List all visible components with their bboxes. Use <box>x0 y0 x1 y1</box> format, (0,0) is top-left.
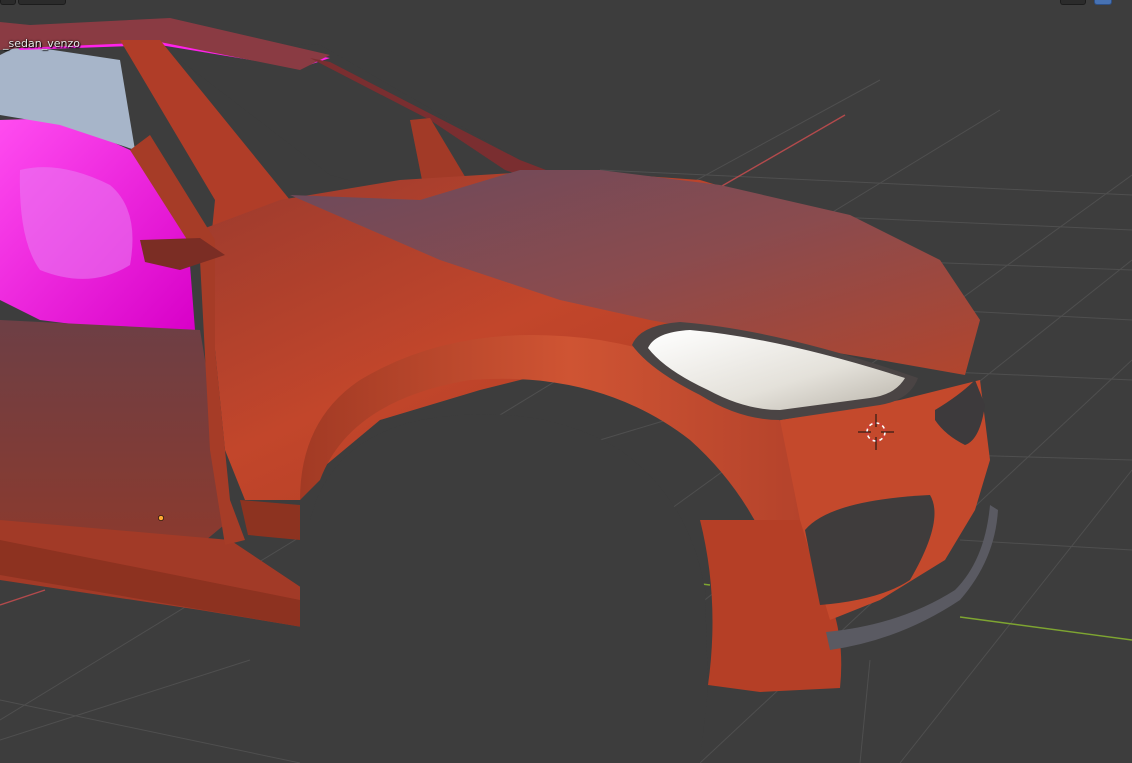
view-menu-button[interactable] <box>18 0 66 5</box>
editor-type-button[interactable] <box>0 0 16 5</box>
y-axis-line-front <box>959 616 1132 641</box>
object-origin-icon[interactable] <box>158 515 164 521</box>
x-axis-line-lower <box>0 589 46 606</box>
overlay-toggle-button[interactable] <box>1094 0 1112 5</box>
car-model[interactable] <box>0 18 998 763</box>
wheel-well <box>300 414 708 763</box>
viewport-canvas[interactable] <box>0 0 1132 763</box>
active-object-name: _sedan_venzo <box>3 37 80 50</box>
viewport-header-right <box>1060 0 1112 5</box>
interior-floor <box>0 320 230 545</box>
door-hinge <box>240 500 300 540</box>
shading-dropdown-button[interactable] <box>1060 0 1086 5</box>
viewport-header-left <box>0 0 66 5</box>
3d-viewport[interactable]: _sedan_venzo <box>0 0 1132 763</box>
